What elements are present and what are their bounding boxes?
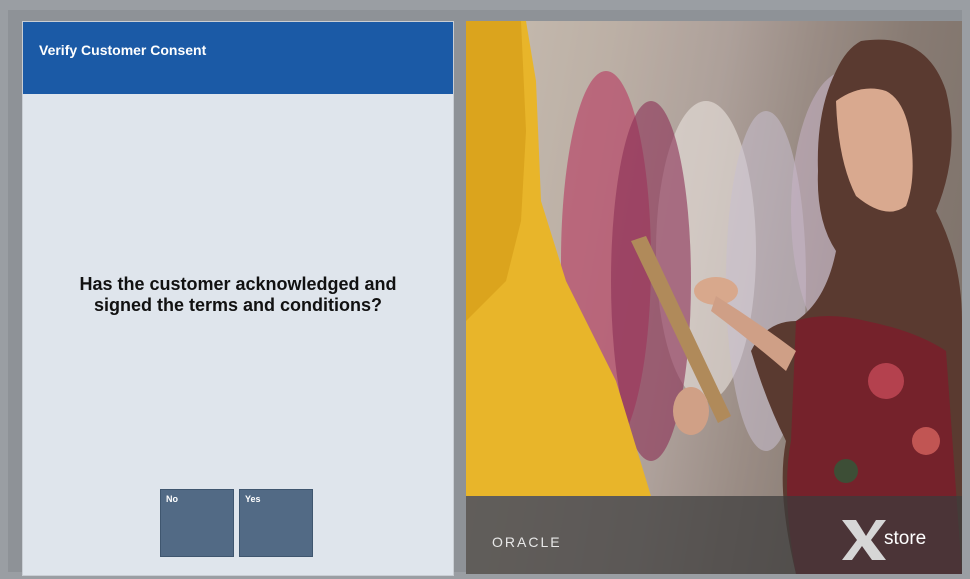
hand-left (673, 387, 709, 435)
yes-button[interactable]: Yes (239, 489, 313, 557)
dialog-title: Verify Customer Consent (39, 42, 207, 58)
no-button[interactable]: No (160, 489, 234, 557)
dialog-header: Verify Customer Consent (23, 22, 453, 94)
xstore-wordmark: store (884, 528, 927, 549)
no-button-label: No (166, 494, 178, 504)
yes-button-label: Yes (245, 494, 261, 504)
question-line-2: signed the terms and conditions? (93, 295, 383, 315)
oracle-logo: ORACLE (492, 534, 562, 550)
customer-display-image: ORACLE store (466, 21, 962, 574)
consent-dialog-panel: Verify Customer Consent Has the customer… (22, 21, 454, 576)
xstore-x-icon (842, 520, 886, 560)
consent-question: Has the customer acknowledged and signed… (23, 274, 453, 316)
xstore-logo: store (840, 518, 940, 562)
boutique-photo (466, 21, 962, 574)
question-line-1: Has the customer acknowledged and (79, 274, 397, 294)
brand-bar: ORACLE store (466, 496, 962, 574)
